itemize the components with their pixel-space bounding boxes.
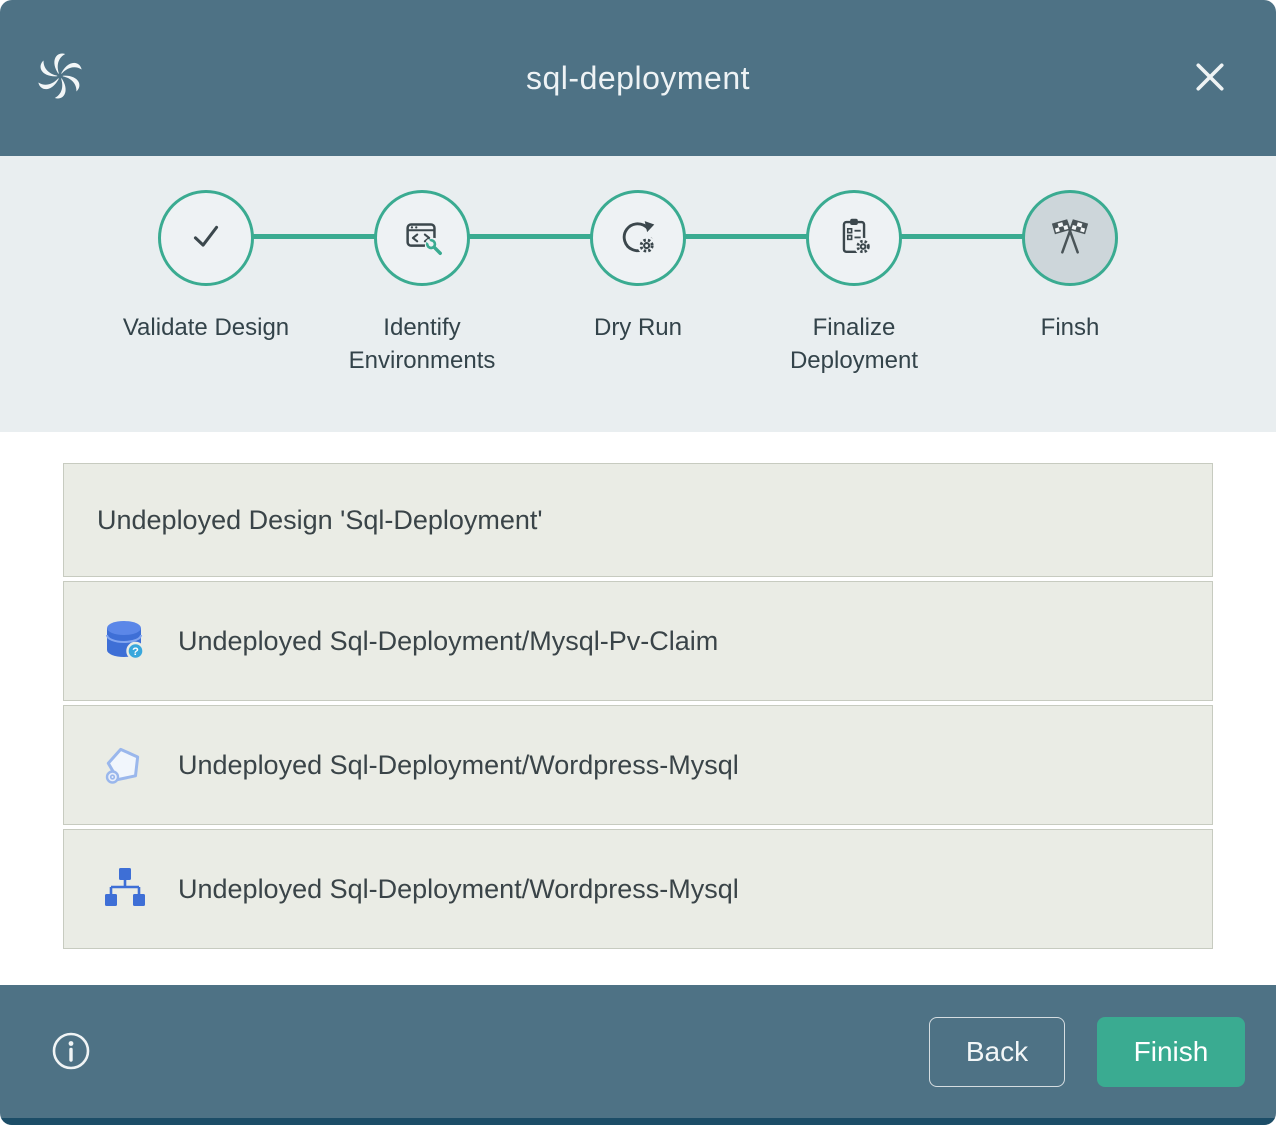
sync-gear-icon — [615, 213, 661, 264]
step-circle — [1022, 190, 1118, 286]
back-button[interactable]: Back — [929, 1017, 1065, 1087]
step-label: Finsh — [983, 312, 1158, 345]
info-button[interactable] — [48, 1029, 94, 1075]
step-identify-environments[interactable]: Identify Environments — [314, 190, 530, 378]
close-button[interactable] — [1190, 58, 1230, 98]
log-row-text: Undeployed Sql-Deployment/Wordpress-Mysq… — [178, 750, 739, 781]
app-logo-icon — [34, 50, 86, 102]
step-circle — [806, 190, 902, 286]
pod-icon — [100, 741, 148, 789]
log-row: Undeployed Sql-Deployment/Wordpress-Mysq… — [63, 705, 1213, 825]
info-icon — [49, 1061, 93, 1076]
step-label: Validate Design — [119, 312, 294, 345]
modal-footer: Back Finish — [0, 985, 1276, 1125]
close-icon — [1194, 61, 1226, 96]
database-icon: ? — [100, 617, 148, 665]
clipboard-gear-icon — [831, 213, 877, 264]
deployment-log: Undeployed Design 'Sql-Deployment' ? Und… — [63, 463, 1213, 949]
step-label: Dry Run — [551, 312, 726, 345]
log-row: Undeployed Sql-Deployment/Wordpress-Mysq… — [63, 829, 1213, 949]
step-circle — [158, 190, 254, 286]
log-row-text: Undeployed Sql-Deployment/Wordpress-Mysq… — [178, 874, 739, 905]
step-finalize-deployment[interactable]: Finalize Deployment — [746, 190, 962, 378]
step-finish[interactable]: Finsh — [962, 190, 1178, 378]
step-dry-run[interactable]: Dry Run — [530, 190, 746, 378]
hierarchy-icon — [100, 865, 148, 913]
step-label: Finalize Deployment — [767, 312, 942, 378]
step-circle — [590, 190, 686, 286]
finish-button[interactable]: Finish — [1097, 1017, 1245, 1087]
checkered-flags-icon — [1047, 213, 1093, 264]
question-badge: ? — [132, 646, 139, 658]
step-circle — [374, 190, 470, 286]
log-row-text: Undeployed Design 'Sql-Deployment' — [97, 505, 543, 536]
step-validate-design[interactable]: Validate Design — [98, 190, 314, 378]
step-label: Identify Environments — [335, 312, 510, 378]
modal-title: sql-deployment — [0, 60, 1276, 97]
check-icon — [183, 213, 229, 264]
log-row: Undeployed Design 'Sql-Deployment' — [63, 463, 1213, 577]
modal-header: sql-deployment — [0, 0, 1276, 156]
code-window-wrench-icon — [399, 213, 445, 264]
wizard-stepper: Validate Design — [0, 156, 1276, 432]
wizard-body: Undeployed Design 'Sql-Deployment' ? Und… — [0, 432, 1276, 985]
log-row: ? Undeployed Sql-Deployment/Mysql-Pv-Cla… — [63, 581, 1213, 701]
deployment-wizard-modal: sql-deployment — [0, 0, 1276, 1125]
log-row-text: Undeployed Sql-Deployment/Mysql-Pv-Claim — [178, 626, 718, 657]
